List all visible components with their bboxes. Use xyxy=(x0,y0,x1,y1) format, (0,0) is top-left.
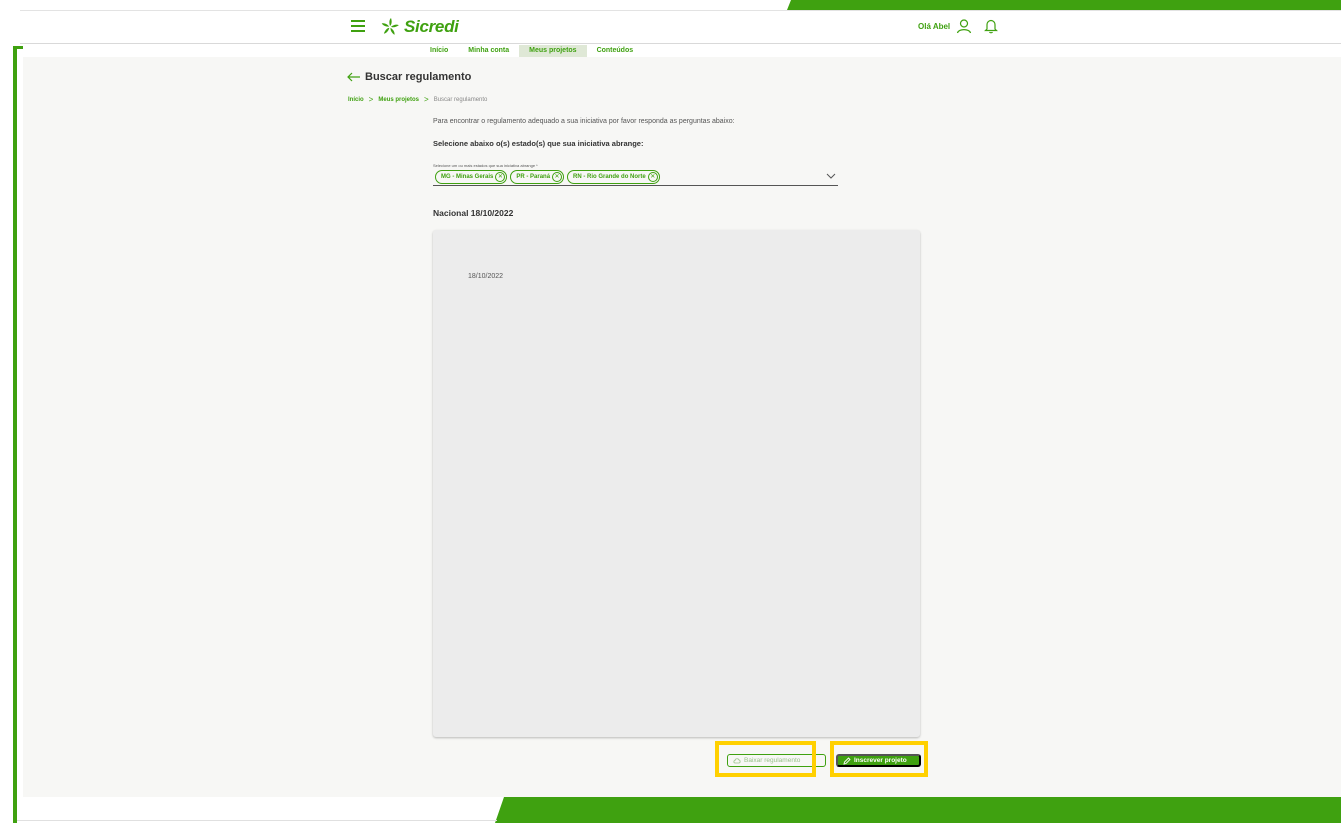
app-header: Sicredi Olá Abel xyxy=(0,11,1341,43)
state-chip-label: PR - Paraná xyxy=(516,174,551,180)
back-arrow-icon[interactable] xyxy=(347,72,361,82)
regulation-document-viewer[interactable]: 18/10/2022 xyxy=(433,230,920,737)
breadcrumb-separator-icon: > xyxy=(424,95,429,104)
left-accent-bar xyxy=(13,46,17,823)
bottom-divider xyxy=(17,820,497,821)
nav-item-conteudos[interactable]: Conteúdos xyxy=(587,45,644,57)
nav-item-inicio[interactable]: Início xyxy=(420,45,458,57)
sicredi-logo-icon xyxy=(381,18,399,35)
states-multiselect[interactable]: MG - Minas Gerais ✕ PR - Paraná ✕ RN - R… xyxy=(433,169,838,186)
highlight-box-subscribe xyxy=(830,741,928,777)
breadcrumb-current: Buscar regulamento xyxy=(433,96,488,103)
bottom-decoration-bar xyxy=(495,797,1341,823)
states-question: Selecione abaixo o(s) estado(s) que sua … xyxy=(433,139,644,148)
nav-item-minha-conta[interactable]: Minha conta xyxy=(458,45,519,57)
main-nav: Início Minha conta Meus projetos Conteúd… xyxy=(420,45,643,57)
bell-icon[interactable] xyxy=(984,18,998,34)
document-date: 18/10/2022 xyxy=(468,273,504,280)
remove-chip-icon[interactable]: ✕ xyxy=(647,172,658,182)
breadcrumb-inicio[interactable]: Início xyxy=(348,97,364,103)
state-chip: MG - Minas Gerais ✕ xyxy=(435,170,508,184)
user-greeting: Olá Abel xyxy=(918,22,951,31)
hamburger-menu-icon[interactable] xyxy=(351,20,365,32)
selected-chips: MG - Minas Gerais ✕ PR - Paraná ✕ RN - R… xyxy=(435,170,663,184)
state-chip-label: RN - Rio Grande do Norte xyxy=(573,174,646,180)
user-icon[interactable] xyxy=(956,18,972,34)
nav-divider xyxy=(20,43,1341,44)
remove-chip-icon[interactable]: ✕ xyxy=(552,172,563,182)
chevron-down-icon[interactable] xyxy=(826,172,836,180)
regulation-heading: Nacional 18/10/2022 xyxy=(433,208,514,218)
remove-chip-icon[interactable]: ✕ xyxy=(495,172,506,182)
state-chip-label: MG - Minas Gerais xyxy=(441,174,494,180)
states-select-label: Selecione um ou mais estados que sua ini… xyxy=(433,163,538,168)
page-header: Buscar regulamento xyxy=(347,71,471,83)
highlight-box-download xyxy=(715,741,816,777)
state-chip: PR - Paraná ✕ xyxy=(510,170,565,184)
logo[interactable]: Sicredi xyxy=(380,16,459,38)
left-accent-corner xyxy=(13,46,23,49)
top-decoration-bar xyxy=(787,0,1341,10)
breadcrumb-separator-icon: > xyxy=(368,95,374,104)
nav-item-meus-projetos[interactable]: Meus projetos xyxy=(519,45,587,57)
breadcrumb-meus-projetos[interactable]: Meus projetos xyxy=(378,97,419,103)
page-title: Buscar regulamento xyxy=(365,71,472,83)
logo-text: Sicredi xyxy=(404,17,459,36)
intro-text: Para encontrar o regulamento adequado a … xyxy=(433,118,735,125)
breadcrumb: Início > Meus projetos > Buscar regulame… xyxy=(348,95,487,104)
state-chip: RN - Rio Grande do Norte ✕ xyxy=(567,170,660,184)
